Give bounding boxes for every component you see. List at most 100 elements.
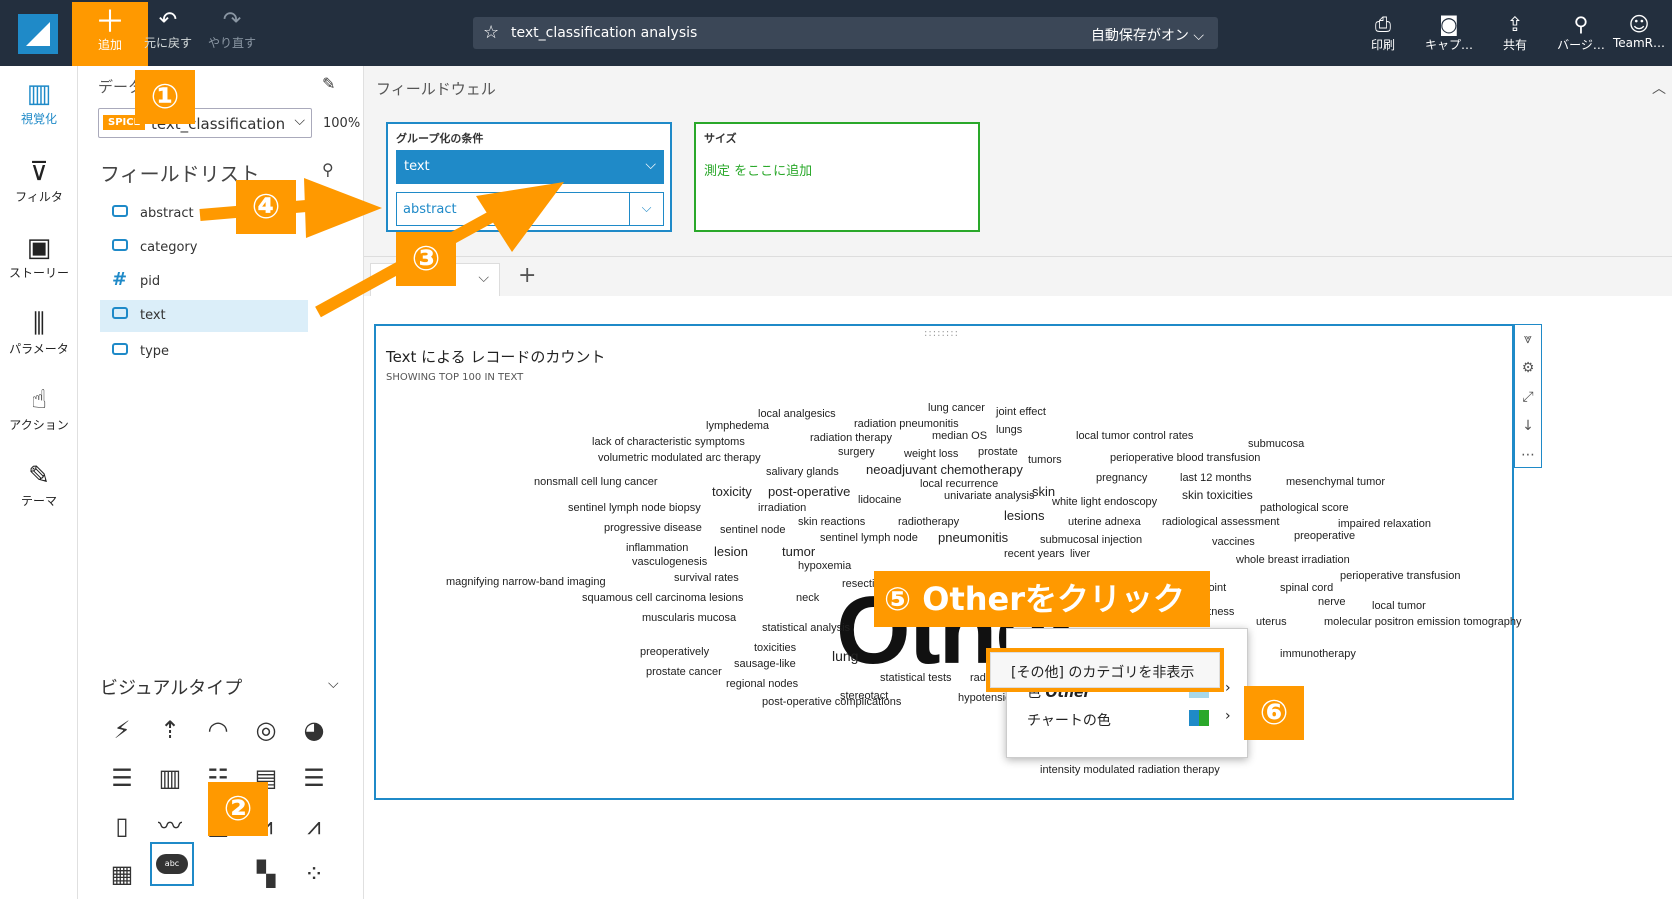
search-icon[interactable]: ⚲ [322, 160, 334, 179]
percent-vbar-icon[interactable]: ▯ [104, 810, 140, 842]
field-pid[interactable]: # pid [100, 266, 308, 298]
word-item[interactable]: sentinel lymph node biopsy [568, 502, 701, 514]
line-icon[interactable]: 〰 [152, 810, 188, 842]
chevron-down-icon[interactable]: ⌵ [478, 270, 489, 286]
word-item[interactable]: hypoxemia [798, 560, 851, 572]
heatmap-icon[interactable]: ▦ [104, 858, 140, 890]
word-cloud-visual[interactable]: :::::::: Text による レコードのカウント SHOWING TOP … [374, 324, 1521, 800]
word-item[interactable]: skin reactions [798, 516, 865, 528]
gauge-icon[interactable]: ◠ [200, 714, 236, 746]
word-item[interactable]: prostate [978, 446, 1018, 458]
word-item[interactable]: intensity modulated radiation therapy [1040, 764, 1220, 776]
group-field-abstract[interactable]: abstract ⌵ [396, 192, 664, 226]
rail-theme[interactable]: ✎ テーマ [0, 460, 78, 509]
rail-story[interactable]: ▣ ストーリー [0, 232, 78, 281]
word-item[interactable]: neck [796, 592, 819, 604]
size-well[interactable]: サイズ 測定 をここに追加 [694, 122, 980, 232]
word-item[interactable]: muscularis mucosa [642, 612, 736, 624]
redo-button[interactable]: ↷ やり直す [204, 8, 260, 58]
word-item[interactable]: lung [832, 648, 858, 664]
word-item[interactable]: progressive disease [604, 522, 702, 534]
word-item[interactable]: statistical analysis [762, 622, 850, 634]
chevron-down-icon[interactable]: ⌵ [629, 193, 663, 225]
word-item[interactable]: uterus [1256, 616, 1287, 628]
word-item[interactable]: skin toxicities [1182, 488, 1253, 502]
version-button[interactable]: ⚲ バージ… [1548, 12, 1614, 53]
word-item[interactable]: neoadjuvant chemotherapy [866, 462, 1023, 477]
word-item[interactable]: sentinel lymph node [820, 532, 918, 544]
group-field-text[interactable]: text ⌵ [396, 150, 664, 184]
word-item[interactable]: nerve [1318, 596, 1346, 608]
word-item[interactable]: nonsmall cell lung cancer [534, 476, 658, 488]
field-type[interactable]: type [100, 336, 308, 368]
word-item[interactable]: preoperative [1294, 530, 1355, 542]
drag-handle-icon[interactable]: :::::::: [924, 328, 959, 339]
rail-visualize[interactable]: ▥ 視覚化 [0, 78, 78, 127]
analysis-title[interactable]: text_classification analysis [511, 25, 697, 41]
word-item[interactable]: magnifying narrow-band imaging [446, 576, 606, 588]
word-item[interactable]: squamous cell carcinoma lesions [582, 592, 743, 604]
word-item[interactable]: lungs [996, 424, 1022, 436]
pie-icon[interactable]: ◕ [296, 714, 332, 746]
word-item[interactable]: statistical tests [880, 672, 952, 684]
word-item[interactable]: impaired relaxation [1338, 518, 1431, 530]
word-item[interactable]: lesion [714, 544, 748, 559]
word-item[interactable]: vaccines [1212, 536, 1255, 548]
capture-button[interactable]: ◙ キャプ… [1416, 12, 1482, 53]
word-item[interactable]: local tumor [1372, 600, 1426, 612]
field-text[interactable]: text [100, 300, 308, 332]
word-item[interactable]: mesenchymal tumor [1286, 476, 1385, 488]
word-item[interactable]: pathological score [1260, 502, 1349, 514]
autograph-icon[interactable]: ⚡ [104, 714, 140, 746]
kpi-icon[interactable]: ⇡ [152, 714, 188, 746]
autosave-toggle[interactable]: 自動保存がオン ⌵ [1091, 25, 1204, 45]
quicksight-logo[interactable] [18, 14, 58, 54]
word-item[interactable]: post-operative complications [762, 696, 901, 708]
combo-line-icon[interactable]: ⩘ [296, 810, 332, 842]
word-item[interactable]: radiation therapy [810, 432, 892, 444]
word-item[interactable]: perioperative blood transfusion [1110, 452, 1260, 464]
collapse-icon[interactable]: ⩔ [1515, 325, 1541, 354]
word-item[interactable]: volumetric modulated arc therapy [598, 452, 761, 464]
word-item[interactable]: toxicities [754, 642, 796, 654]
vbar-icon[interactable]: ▥ [152, 762, 188, 794]
word-item[interactable]: submucosal injection [1040, 534, 1142, 546]
word-item[interactable]: recent years [1004, 548, 1065, 560]
share-button[interactable]: ⇪ 共有 [1482, 12, 1548, 53]
treemap-icon[interactable]: ▚ [248, 858, 284, 890]
word-item[interactable]: tumor [782, 544, 815, 559]
percent-hbar-icon[interactable]: ☰ [296, 762, 332, 794]
rail-parameter[interactable]: ⫼ パラメータ [0, 308, 78, 357]
word-item[interactable]: lidocaine [858, 494, 901, 506]
word-item[interactable]: vasculogenesis [632, 556, 707, 568]
word-item[interactable]: local analgesics [758, 408, 836, 420]
word-item[interactable]: post-operative [768, 484, 850, 499]
chevron-down-icon[interactable]: ⌵ [328, 676, 339, 692]
download-icon[interactable]: ↓ [1515, 412, 1541, 441]
word-item[interactable]: survival rates [674, 572, 739, 584]
word-item[interactable]: inflammation [626, 542, 688, 554]
word-item[interactable]: prostate cancer [646, 666, 722, 678]
word-item[interactable]: sausage-like [734, 658, 796, 670]
word-item[interactable]: toxicity [712, 484, 752, 499]
word-item[interactable]: immunotherapy [1280, 648, 1356, 660]
word-item[interactable]: irradiation [758, 502, 806, 514]
donut-icon[interactable]: ◎ [248, 714, 284, 746]
word-item[interactable]: lesions [1004, 508, 1044, 523]
add-button[interactable]: ＋ 追加 [72, 2, 148, 76]
word-item[interactable]: sentinel node [720, 524, 785, 536]
word-item[interactable]: molecular positron emission tomography [1324, 616, 1521, 628]
word-item[interactable]: lymphedema [706, 420, 769, 432]
field-category[interactable]: category [100, 232, 308, 264]
word-item[interactable]: pneumonitis [938, 530, 1008, 545]
word-item[interactable]: median OS [932, 430, 987, 442]
rail-filter[interactable]: ⊽ フィルタ [0, 156, 78, 205]
group-by-well[interactable]: グループ化の条件 text ⌵ abstract ⌵ [386, 122, 672, 232]
chart-colors-item[interactable]: チャートの色 › [1007, 703, 1249, 733]
word-cloud-visual-type[interactable]: abc [150, 842, 194, 886]
word-item[interactable]: submucosa [1248, 438, 1304, 450]
word-item[interactable]: local tumor control rates [1076, 430, 1193, 442]
star-icon[interactable]: ☆ [483, 22, 499, 43]
word-item[interactable]: salivary glands [766, 466, 839, 478]
user-button[interactable]: ☺ TeamR… [1606, 12, 1672, 50]
